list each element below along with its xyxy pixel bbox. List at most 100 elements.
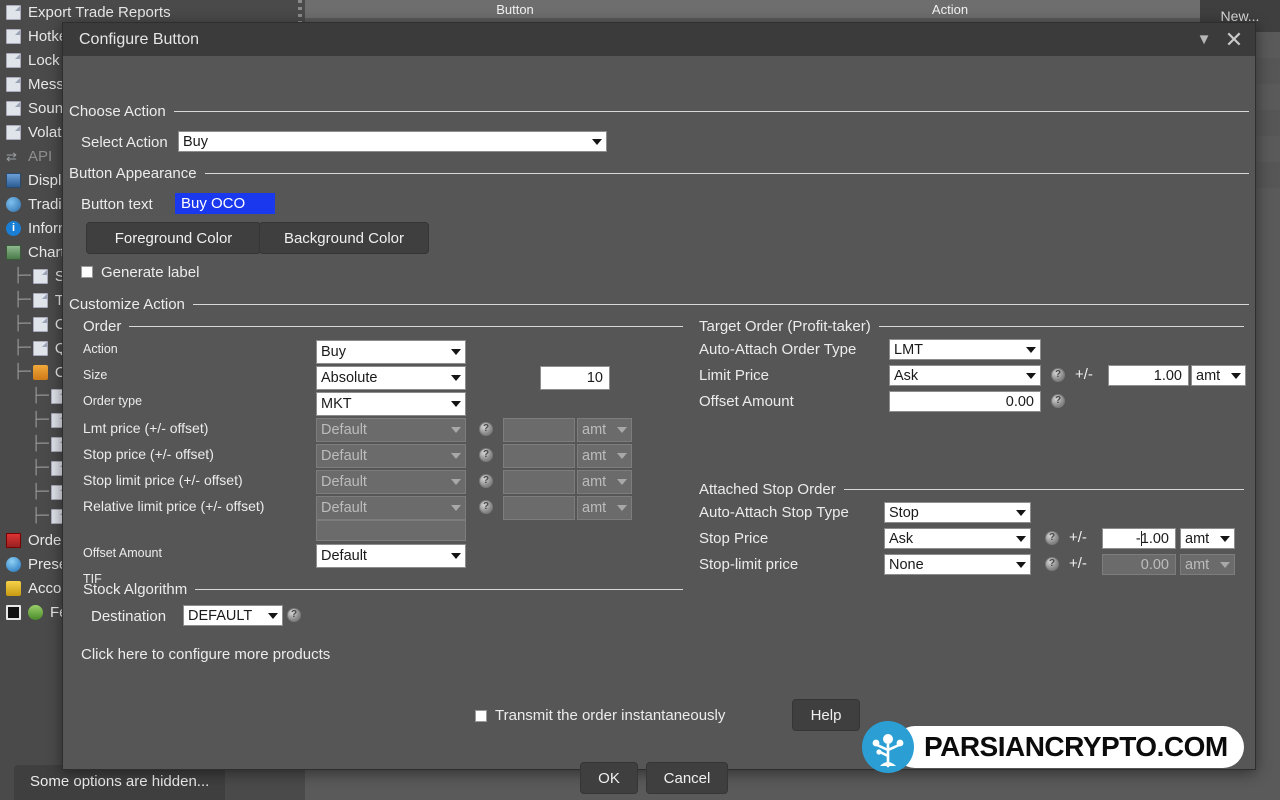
checkbox-icon[interactable] bbox=[6, 604, 21, 620]
order-size-quantity-input[interactable]: 10 bbox=[540, 366, 610, 390]
order-row-dropdown: Default bbox=[316, 470, 466, 494]
group-label: Stock Algorithm bbox=[83, 581, 188, 598]
group-target-order: Target Order (Profit-taker) bbox=[699, 318, 1244, 335]
help-icon[interactable]: ? bbox=[287, 608, 301, 622]
order-tif-value: Default bbox=[321, 548, 367, 564]
chevron-down-icon bbox=[617, 479, 627, 485]
stop-price-dropdown[interactable]: Ask bbox=[884, 528, 1031, 549]
chevron-down-icon bbox=[1231, 372, 1241, 379]
stop-auto-attach-dropdown[interactable]: Stop bbox=[884, 502, 1031, 523]
chevron-down-icon bbox=[617, 505, 627, 511]
chevron-down-icon bbox=[1016, 561, 1026, 568]
generate-label-text: Generate label bbox=[101, 264, 200, 281]
tree-branch-icon: ├─ bbox=[14, 364, 31, 380]
destination-dropdown[interactable]: DEFAULT bbox=[183, 605, 283, 626]
order-row-dropdown: Default bbox=[316, 444, 466, 468]
stop-limit-price-dropdown[interactable]: None bbox=[884, 554, 1031, 575]
document-icon bbox=[6, 76, 21, 92]
sidebar-tree-item-label: API bbox=[28, 147, 53, 165]
configure-button-dialog: Configure Button ▼ ✕ Choose Action Selec… bbox=[62, 22, 1256, 794]
chevron-down-icon bbox=[1016, 509, 1026, 516]
column-header-button: Button bbox=[496, 1, 534, 17]
select-action-value: Buy bbox=[183, 133, 208, 150]
chevron-down-icon bbox=[617, 453, 627, 459]
tree-branch-icon: ├─ bbox=[14, 340, 31, 356]
target-limit-offset-input[interactable]: 1.00 bbox=[1108, 365, 1189, 386]
help-icon[interactable]: ? bbox=[479, 474, 493, 488]
order-row-amt-dropdown: amt bbox=[577, 496, 632, 520]
target-auto-attach-dropdown[interactable]: LMT bbox=[889, 339, 1041, 360]
tree-branch-icon: ├─ bbox=[32, 460, 49, 476]
target-limit-price-label: Limit Price bbox=[699, 367, 770, 384]
group-divider bbox=[195, 589, 683, 590]
chevron-down-icon bbox=[1026, 346, 1036, 353]
button-text-label: Button text bbox=[81, 196, 153, 213]
tree-branch-icon: ├─ bbox=[32, 436, 49, 452]
tree-branch-icon: ├─ bbox=[32, 412, 49, 428]
help-button[interactable]: Help bbox=[792, 699, 860, 731]
chevron-down-icon bbox=[1016, 535, 1026, 542]
order-row-amt-value: amt bbox=[582, 500, 607, 516]
group-attached-stop-order: Attached Stop Order bbox=[699, 481, 1244, 498]
stop-limit-amt-value: amt bbox=[1185, 556, 1210, 573]
parsiancrypto-logo-icon bbox=[862, 721, 914, 773]
destination-label: Destination bbox=[91, 608, 167, 625]
order-row-dropdown[interactable]: Absolute bbox=[316, 366, 466, 390]
sidebar-tree-item[interactable]: Export Trade Reports bbox=[0, 0, 300, 24]
group-order: Order bbox=[83, 318, 683, 335]
tree-branch-icon: ├─ bbox=[14, 268, 31, 284]
cancel-button[interactable]: Cancel bbox=[646, 762, 728, 794]
chevron-down-icon bbox=[451, 505, 461, 511]
help-icon[interactable]: ? bbox=[1051, 394, 1065, 408]
sidebar-tree-item-label: Export Trade Reports bbox=[28, 3, 171, 21]
foreground-color-button[interactable]: Foreground Color bbox=[86, 222, 261, 254]
background-color-button[interactable]: Background Color bbox=[259, 222, 429, 254]
order-row-dropdown[interactable]: Buy bbox=[316, 340, 466, 364]
chevron-down-icon bbox=[451, 553, 461, 559]
generate-label-checkbox[interactable] bbox=[81, 266, 93, 278]
group-divider bbox=[878, 326, 1244, 327]
stop-price-value: Ask bbox=[889, 530, 914, 547]
order-tif-dropdown[interactable]: Default bbox=[316, 544, 466, 568]
target-auto-attach-value: LMT bbox=[894, 341, 923, 358]
target-limit-price-dropdown[interactable]: Ask bbox=[889, 365, 1041, 386]
close-icon[interactable]: ✕ bbox=[1219, 25, 1249, 55]
button-text-input[interactable]: Buy OCO bbox=[175, 193, 275, 214]
dialog-body: Choose Action Select Action Buy Button A… bbox=[63, 56, 1255, 794]
group-divider bbox=[843, 489, 1244, 490]
order-row-value: Default bbox=[321, 448, 367, 464]
help-icon[interactable]: ? bbox=[479, 448, 493, 462]
order-row-label: Lmt price (+/- offset) bbox=[83, 420, 209, 436]
target-limit-amt-dropdown[interactable]: amt bbox=[1191, 365, 1246, 386]
help-icon[interactable]: ? bbox=[1051, 368, 1065, 382]
order-row-offset-input bbox=[503, 444, 575, 468]
help-icon[interactable]: ? bbox=[479, 422, 493, 436]
order-row-value: Default bbox=[321, 474, 367, 490]
stop-price-offset-input[interactable]: -1.00 bbox=[1102, 528, 1176, 549]
chevron-down-icon bbox=[1026, 372, 1036, 379]
chevron-down-icon bbox=[451, 427, 461, 433]
help-icon[interactable]: ? bbox=[1045, 531, 1059, 545]
configure-more-products-link[interactable]: Click here to configure more products bbox=[81, 646, 330, 663]
chevron-down-icon[interactable]: ▼ bbox=[1189, 25, 1219, 55]
help-icon[interactable]: ? bbox=[479, 500, 493, 514]
account-icon bbox=[6, 580, 21, 596]
group-label: Choose Action bbox=[69, 103, 166, 120]
group-stock-algorithm: Stock Algorithm bbox=[83, 581, 683, 598]
ok-button[interactable]: OK bbox=[580, 762, 638, 794]
stop-auto-attach-label: Auto-Attach Stop Type bbox=[699, 504, 849, 521]
dialog-title: Configure Button bbox=[79, 30, 200, 48]
stop-limit-amt-dropdown: amt bbox=[1180, 554, 1235, 575]
select-action-dropdown[interactable]: Buy bbox=[178, 131, 607, 152]
help-icon[interactable]: ? bbox=[1045, 557, 1059, 571]
dialog-titlebar[interactable]: Configure Button ▼ ✕ bbox=[63, 23, 1255, 56]
stop-price-amt-dropdown[interactable]: amt bbox=[1180, 528, 1235, 549]
order-row-dropdown[interactable]: MKT bbox=[316, 392, 466, 416]
chevron-down-icon bbox=[617, 427, 627, 433]
order-row-label: Size bbox=[83, 368, 108, 382]
group-label: Attached Stop Order bbox=[699, 481, 836, 498]
chevron-down-icon bbox=[1220, 561, 1230, 568]
target-offset-amount-input[interactable]: 0.00 bbox=[889, 391, 1041, 412]
transmit-order-checkbox[interactable] bbox=[475, 710, 487, 722]
trading-icon bbox=[6, 196, 21, 212]
